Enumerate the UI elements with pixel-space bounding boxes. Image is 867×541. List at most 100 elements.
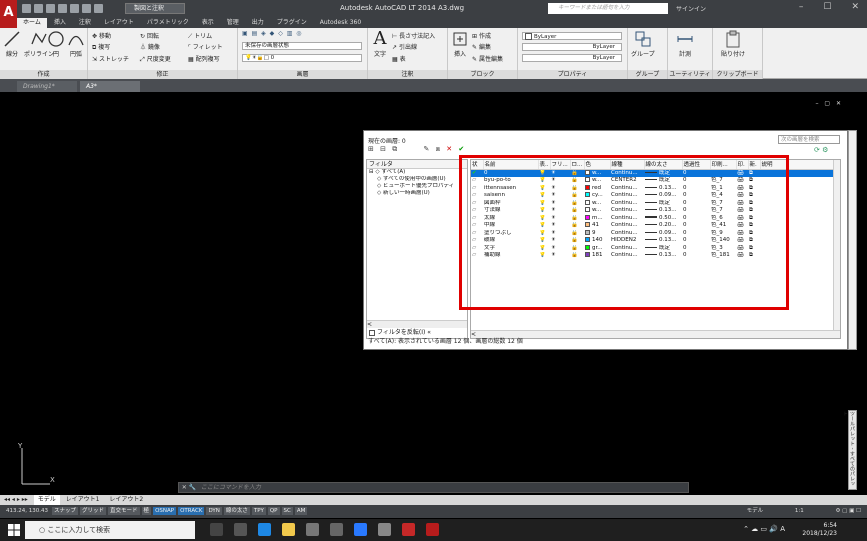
table-row[interactable]: ▱ 太線 💡 ☀ 🔓 m... Continu... 0.50... 0 色_6 🖨 ⧉	[471, 214, 840, 223]
layer-freeze-icon[interactable]: ☀	[550, 200, 570, 208]
layer-plot-style[interactable]: 色_7	[710, 207, 736, 215]
layer-on-icon[interactable]: 💡	[538, 245, 550, 253]
layer-description[interactable]	[760, 215, 840, 223]
layer-name[interactable]: 寸法線	[483, 207, 538, 215]
layer-on-icon[interactable]: 💡	[538, 230, 550, 238]
layer-transparency[interactable]: 0	[682, 177, 710, 185]
scale-button[interactable]: ⤢ 尺度変更	[140, 54, 171, 64]
layer-linetype[interactable]: Continu...	[610, 185, 644, 193]
layer-description[interactable]	[760, 230, 840, 238]
layer-description[interactable]	[760, 169, 840, 177]
tab-layout[interactable]: レイアウト	[98, 18, 140, 28]
layer-on-icon[interactable]: 💡	[538, 177, 550, 185]
tab-view[interactable]: 表示	[196, 18, 220, 28]
layer-status-icon[interactable]: ▱	[471, 185, 483, 193]
layer-name[interactable]: 破線	[483, 237, 538, 245]
workspace-gear-icon[interactable]: ⚙ ▢ ▣ ☐	[836, 508, 862, 514]
layer-lineweight[interactable]: 0.13...	[644, 252, 682, 260]
layer-freeze-icon[interactable]: ☀	[550, 222, 570, 230]
text-button[interactable]: A 文字	[371, 30, 389, 59]
layer-name[interactable]: 中線	[483, 222, 538, 230]
saveas-icon[interactable]	[58, 4, 67, 13]
layer-transparency[interactable]: 0	[682, 237, 710, 245]
app-menu-button[interactable]: A	[0, 0, 17, 28]
layer-transparency[interactable]: 0	[682, 200, 710, 208]
layer-status-icon[interactable]: ▱	[471, 252, 483, 260]
layer-lineweight[interactable]: 0.09...	[644, 192, 682, 200]
col-plot[interactable]: 印.	[736, 160, 749, 170]
layer-description[interactable]	[760, 237, 840, 245]
refresh-icon[interactable]: ⟳ ⚙	[814, 146, 828, 154]
table-row[interactable]: ▱ 塗りつぶし 💡 ☀ 🔓 9 Continu... 0.09... 0 色_9 🖨 ⧉	[471, 229, 840, 238]
col-transparency[interactable]: 透過性	[682, 160, 711, 170]
layer-newvp-icon[interactable]: ⧉	[748, 237, 760, 245]
linear-dimension-button[interactable]: ⊢ 長さ寸法記入	[392, 31, 435, 40]
new-layer-icon[interactable]: ✎	[423, 145, 431, 153]
layer-states-icon[interactable]: ⧉	[392, 145, 399, 153]
col-on[interactable]: 表..	[538, 160, 551, 170]
tab-plugins[interactable]: プラグイン	[271, 18, 313, 28]
mode-dyn[interactable]: DYN	[206, 507, 222, 515]
layer-plot-style[interactable]: 色_1	[710, 185, 736, 193]
layer-linetype[interactable]: Continu...	[610, 222, 644, 230]
col-lock[interactable]: ロ...	[570, 160, 585, 170]
workspace-dropdown[interactable]: 製図と注釈	[125, 3, 185, 14]
redo-icon[interactable]	[94, 4, 103, 13]
layer-on-icon[interactable]: 💡	[538, 252, 550, 260]
layer-color[interactable]: w...	[584, 199, 610, 208]
group-button[interactable]: グループ	[631, 30, 655, 58]
color-dropdown[interactable]: ByLayer	[522, 32, 622, 40]
table-row[interactable]: ▱ 文字 💡 ☀ 🔓 gr... Continu... 既定 0 色_3 🖨 ⧉	[471, 244, 840, 253]
layer-on-icon[interactable]: 💡	[538, 169, 550, 177]
tab-layout2[interactable]: レイアウト2	[105, 495, 147, 505]
layer-name[interactable]: 図面枠	[483, 200, 538, 208]
mode-snap[interactable]: スナップ	[52, 507, 79, 515]
signin-button[interactable]: サインイン	[676, 4, 706, 13]
paste-button[interactable]: 貼り付け	[721, 30, 745, 58]
layer-status-icon[interactable]: ▱	[471, 215, 483, 223]
windows-start-icon[interactable]	[8, 524, 20, 536]
block-edit-button[interactable]: ✎ 編集	[472, 42, 491, 51]
layer-plot-style[interactable]: 色_6	[710, 215, 736, 223]
table-button[interactable]: ▦ 表	[392, 54, 406, 63]
layer-color[interactable]: m...	[584, 214, 610, 223]
layer-transparency[interactable]: 0	[682, 230, 710, 238]
layer-lock-icon[interactable]: 🔓	[570, 237, 584, 245]
layer-plot-icon[interactable]: 🖨	[736, 222, 748, 230]
layer-newvp-icon[interactable]: ⧉	[748, 185, 760, 193]
layer-lock-icon[interactable]: 🔓	[570, 200, 584, 208]
col-freeze[interactable]: フリ...	[550, 160, 571, 170]
layer-newvp-icon[interactable]: ⧉	[748, 252, 760, 260]
layer-linetype[interactable]: Continu...	[610, 245, 644, 253]
layer-state-dropdown[interactable]: 未保存の画層状態	[242, 42, 362, 50]
layer-transparency[interactable]: 0	[682, 215, 710, 223]
mail-icon[interactable]	[306, 523, 319, 536]
tab-autodesk360[interactable]: Autodesk 360	[314, 18, 367, 28]
layer-freeze-icon[interactable]: ☀	[550, 177, 570, 185]
filter-used-layers[interactable]: ◇ すべての使用中の画層(U)	[367, 176, 467, 183]
filter-viewport-overrides[interactable]: ◇ ビューポート優先プロパティ	[367, 183, 467, 190]
layer-linetype[interactable]: Continu...	[610, 252, 644, 260]
layer-status-icon[interactable]: ▱	[471, 245, 483, 253]
layer-color[interactable]: 181	[584, 252, 610, 260]
table-row[interactable]: ✔ 0 💡 ☀ 🔓 w... Continu... 既定 0 🖨 ⧉	[471, 169, 840, 177]
mode-osnap[interactable]: OSNAP	[153, 507, 177, 515]
layer-palette-titlebar[interactable]	[848, 130, 857, 350]
col-color[interactable]: 色	[584, 160, 611, 170]
layer-linetype[interactable]: CENTER2	[610, 177, 644, 185]
tab-home[interactable]: ホーム	[17, 18, 47, 28]
table-row[interactable]: ▱ ittennsasen 💡 ☀ 🔓 red Continu... 0.13... 0 色_1 🖨…	[471, 184, 840, 193]
layer-name[interactable]: saisenn	[483, 192, 538, 200]
layer-newvp-icon[interactable]: ⧉	[748, 215, 760, 223]
tab-manage[interactable]: 管理	[221, 18, 245, 28]
delete-layer-icon[interactable]: ✕	[446, 145, 454, 153]
layer-lock-icon[interactable]: 🔓	[570, 169, 584, 177]
insert-block-button[interactable]: 挿入	[451, 30, 469, 58]
layer-status-icon[interactable]: ▱	[471, 230, 483, 238]
col-lineweight[interactable]: 線の太さ	[644, 160, 683, 170]
layer-linetype[interactable]: Continu...	[610, 200, 644, 208]
layer-plot-icon[interactable]: 🖨	[736, 252, 748, 260]
layer-plot-style[interactable]: 色_140	[710, 237, 736, 245]
layer-transparency[interactable]: 0	[682, 185, 710, 193]
layer-status-icon[interactable]: ▱	[471, 207, 483, 215]
